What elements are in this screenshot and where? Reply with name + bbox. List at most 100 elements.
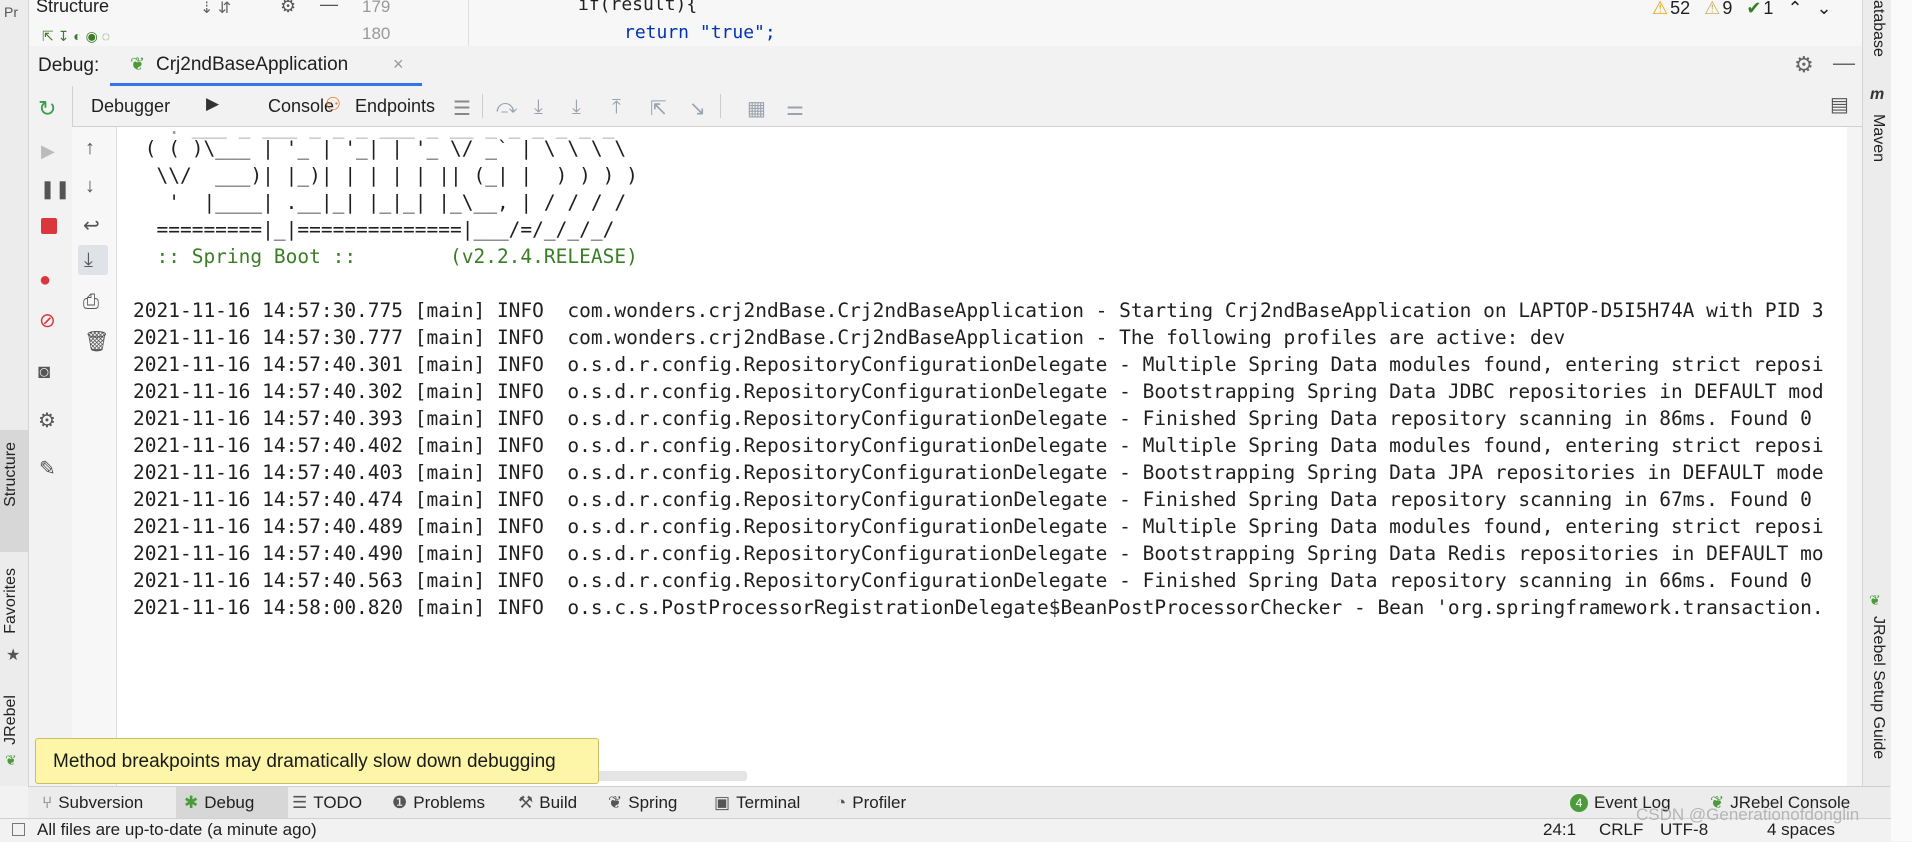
layout-options-icon[interactable]: ▤	[1830, 92, 1849, 117]
stop-icon[interactable]	[41, 218, 57, 234]
chevron-up-icon[interactable]: ⌃	[1787, 0, 1802, 19]
vertical-scrollbar[interactable]	[1847, 127, 1862, 786]
star-icon: ★	[6, 647, 21, 664]
log-line: 2021-11-16 14:58:00.820 [main] INFO o.s.…	[133, 596, 1824, 619]
soft-wrap-icon[interactable]: ↩	[83, 213, 100, 238]
structure-toolbar-icons[interactable]: ⇱ ↧ ◐ ◉ ◌	[42, 28, 110, 45]
adjacent-window-edge	[1891, 0, 1912, 841]
mute-breakpoints-icon[interactable]: ⊘	[39, 308, 56, 333]
inspection-widget[interactable]: ⚠ 52 ⚠ 9 ✔ 1 ⌃ ⌄	[1652, 0, 1832, 19]
tab-jrebel[interactable]: JRebel	[2, 695, 20, 745]
rerun-icon[interactable]: ↻	[38, 96, 56, 122]
tool-profiler[interactable]: ◔ Profiler	[836, 793, 906, 813]
gear-icon[interactable]: ⚙	[280, 0, 296, 17]
right-tool-stripe: atabase m Maven ❦ JRebel Setup Guide	[1862, 0, 1891, 786]
caret-position[interactable]: 24:1	[1543, 820, 1576, 840]
warning-icon: ⚠	[1652, 0, 1669, 18]
layout-menu-icon[interactable]: ☰	[453, 96, 471, 121]
close-icon[interactable]: ×	[393, 54, 404, 75]
run-to-cursor-icon[interactable]: ↘	[689, 96, 706, 121]
evaluate-expression-icon[interactable]: ▦	[747, 96, 766, 121]
console-output[interactable]: . ___ _ ___ _ _ _ ___ _ __ _ _ _ _ _ _ (…	[117, 127, 1847, 786]
tab-structure[interactable]: Structure	[2, 442, 20, 507]
tab-jrebel-setup-guide[interactable]: JRebel Setup Guide	[1869, 616, 1887, 759]
tool-profiler-label: Profiler	[852, 793, 907, 812]
scroll-to-end-toggle[interactable]	[78, 245, 108, 275]
resume-icon[interactable]: ▶	[41, 141, 55, 162]
warning-count: 52	[1670, 0, 1691, 18]
code-line: if(result){	[578, 0, 698, 15]
spring-bug-icon: ❦	[130, 54, 146, 74]
trash-icon[interactable]: 🗑	[84, 329, 109, 354]
weak-warning-icon: ⚠	[1704, 0, 1721, 18]
tab-debugger[interactable]: Debugger	[91, 96, 170, 117]
tool-subversion[interactable]: ⑂ Subversion	[42, 793, 143, 813]
spring-boot-version-line: :: Spring Boot :: (v2.2.4.RELEASE)	[133, 245, 638, 268]
tool-problems-label: Problems	[413, 793, 486, 812]
arrow-up-icon[interactable]: ↑	[85, 137, 95, 160]
force-step-into-icon[interactable]: ⤓	[572, 96, 581, 119]
line-number-179: 179	[362, 0, 391, 16]
event-log-badge: 4	[1570, 794, 1588, 812]
weak-warning-count: 9	[1722, 0, 1733, 18]
jrebel-setup-icon: ❦	[1869, 592, 1881, 608]
editor-top-strip: Structure ⇣ ⇵ ⚙ — ⇱ ↧ ◐ ◉ ◌ 179 180 if(r…	[28, 0, 1862, 47]
endpoints-icon: ⚇	[325, 94, 342, 114]
structure-sort-icon[interactable]: ⇣ ⇵	[200, 0, 231, 18]
chevron-down-icon[interactable]: ⌄	[1817, 0, 1832, 19]
tool-terminal-label: Terminal	[736, 793, 801, 812]
trace-icon[interactable]: ⚌	[786, 96, 804, 121]
gear-icon[interactable]: ⚙	[1794, 52, 1814, 78]
pin-icon[interactable]: ✎	[39, 456, 56, 481]
scroll-to-end-icon: ⤓	[84, 249, 93, 271]
typo-check-icon: ✔	[1746, 0, 1762, 18]
drop-frame-icon[interactable]: ⇱	[650, 96, 667, 121]
spring-leaf-icon: ❦	[608, 793, 623, 812]
tab-maven[interactable]: Maven	[1869, 114, 1887, 162]
tab-favorites[interactable]: Favorites	[2, 568, 20, 634]
line-number-180: 180	[362, 24, 391, 43]
status-message: All files are up-to-date (a minute ago)	[37, 820, 317, 839]
hammer-icon: ⚒	[518, 793, 534, 812]
step-out-icon[interactable]: ⤒	[612, 96, 621, 119]
toggle-tool-windows-icon[interactable]	[12, 823, 25, 836]
project-tab-partial[interactable]: Pr	[4, 4, 18, 20]
tab-title: Crj2ndBaseApplication	[156, 54, 349, 75]
debug-label: Debug:	[38, 55, 100, 76]
tab-database[interactable]: atabase	[1869, 0, 1887, 57]
terminal-icon: ▣	[714, 793, 731, 812]
list-icon: ☰	[292, 793, 308, 812]
tool-spring[interactable]: ❦ Spring	[608, 793, 677, 813]
breakpoint-warning-tooltip: Method breakpoints may dramatically slow…	[35, 738, 599, 784]
tool-window-bar: ⑂ Subversion ✱ Debug ☰ TODO ❶ Problems ⚒…	[28, 786, 1890, 819]
view-breakpoints-icon[interactable]: ●	[39, 269, 51, 292]
tool-subversion-label: Subversion	[58, 793, 144, 812]
tab-debug-session[interactable]: ❦ Crj2ndBaseApplication ×	[110, 46, 422, 86]
tool-build-label: Build	[539, 793, 578, 812]
tool-terminal[interactable]: ▣ Terminal	[714, 793, 800, 813]
tool-build[interactable]: ⚒ Build	[518, 793, 577, 813]
jrebel-icon: ❦	[5, 752, 17, 768]
toolbar-divider	[720, 94, 721, 118]
console-icon: ▶	[206, 94, 220, 113]
minimize-icon[interactable]: —	[320, 0, 338, 15]
tool-debug[interactable]: ✱ Debug	[184, 793, 254, 813]
gutter-divider	[468, 0, 469, 46]
arrow-down-icon[interactable]: ↓	[85, 175, 95, 198]
watermark: CSDN @Generationofdonglin	[1636, 805, 1860, 824]
minimize-icon[interactable]: —	[1833, 50, 1855, 76]
typo-count: 1	[1763, 0, 1774, 18]
console-actions-column: ↑ ↓ ↩ ⤓ ⎙ 🗑	[72, 127, 117, 786]
tool-spring-label: Spring	[628, 793, 678, 812]
camera-icon[interactable]: ◙	[38, 361, 50, 384]
pause-icon[interactable]: ❚❚	[40, 179, 70, 200]
tool-todo[interactable]: ☰ TODO	[292, 793, 362, 813]
settings-icon[interactable]: ⚙	[38, 408, 56, 433]
profiler-icon: ◔	[836, 793, 847, 812]
tab-endpoints[interactable]: Endpoints	[355, 96, 435, 117]
tool-todo-label: TODO	[313, 793, 363, 812]
print-icon[interactable]: ⎙	[83, 291, 99, 314]
tool-problems[interactable]: ❶ Problems	[392, 793, 485, 813]
step-over-icon[interactable]: ⤼	[496, 96, 517, 119]
step-into-icon[interactable]: ⤓	[534, 96, 543, 119]
